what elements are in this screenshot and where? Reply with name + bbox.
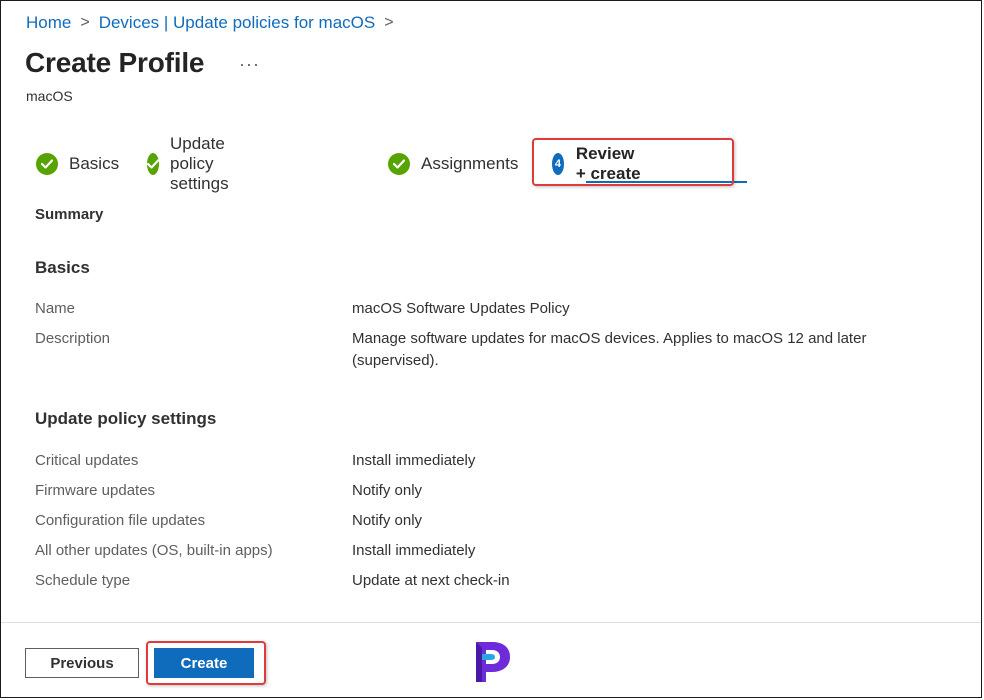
schedule-type-label: Schedule type xyxy=(35,572,131,589)
ellipsis-icon[interactable]: ··· xyxy=(239,54,260,75)
tab-assignments[interactable]: Assignments xyxy=(388,150,518,178)
description-value: Manage software updates for macOS device… xyxy=(352,330,867,369)
name-value: macOS Software Updates Policy xyxy=(352,300,570,317)
name-label: Name xyxy=(35,300,76,317)
breadcrumb-home-link[interactable]: Home xyxy=(26,13,71,33)
tab-basics[interactable]: Basics xyxy=(36,150,119,178)
check-circle-icon xyxy=(388,153,410,175)
logo-icon xyxy=(476,642,510,682)
page-subtitle: macOS xyxy=(26,88,73,104)
critical-updates-label: Critical updates xyxy=(35,452,139,469)
firmware-updates-label: Firmware updates xyxy=(35,482,156,499)
firmware-updates-value: Notify only xyxy=(352,482,423,499)
check-circle-icon xyxy=(147,153,159,175)
description-label: Description xyxy=(35,330,111,347)
tab-label: Assignments xyxy=(421,154,519,173)
footer-divider xyxy=(1,622,981,623)
summary-heading: Summary xyxy=(35,206,104,223)
update-policy-section-heading: Update policy settings xyxy=(35,409,217,428)
chevron-right-icon: > xyxy=(80,14,90,31)
schedule-type-value: Update at next check-in xyxy=(352,572,510,589)
config-file-updates-value: Notify only xyxy=(352,512,423,529)
tab-update-policy-settings[interactable]: Update policy settings xyxy=(147,134,239,193)
breadcrumb: Home > Devices | Update policies for mac… xyxy=(26,13,403,33)
chevron-right-icon: > xyxy=(384,14,394,31)
critical-updates-value: Install immediately xyxy=(352,452,476,469)
previous-button[interactable]: Previous xyxy=(25,648,139,678)
other-updates-value: Install immediately xyxy=(352,542,476,559)
tab-label: Basics xyxy=(69,154,120,173)
config-file-updates-label: Configuration file updates xyxy=(35,512,206,529)
other-updates-label: All other updates (OS, built-in apps) xyxy=(35,542,273,559)
basics-section-heading: Basics xyxy=(35,258,90,277)
tab-label: Update policy settings xyxy=(170,134,229,193)
check-circle-icon xyxy=(36,153,58,175)
highlight-box-create-button xyxy=(146,641,266,685)
highlight-box-review-tab xyxy=(532,138,734,186)
page-title: Create Profile xyxy=(25,47,205,78)
breadcrumb-update-policies-link[interactable]: Devices | Update policies for macOS xyxy=(99,13,376,33)
